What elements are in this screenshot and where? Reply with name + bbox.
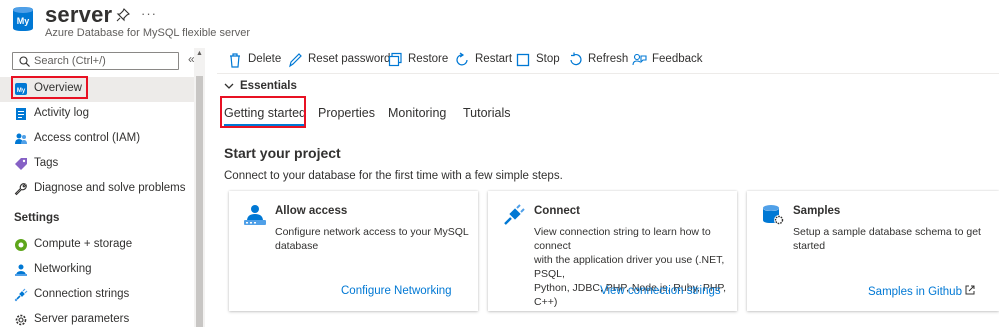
essentials-label: Essentials (240, 80, 297, 92)
view-connection-strings-link[interactable]: View connection strings (600, 285, 721, 297)
card-samples: Samples Setup a sample database schema t… (747, 191, 999, 311)
stop-icon (516, 53, 530, 67)
sidebar-item-label: Diagnose and solve problems (34, 182, 186, 194)
sidebar-scrollbar-thumb[interactable] (196, 76, 203, 327)
section-subtitle: Connect to your database for the first t… (224, 170, 563, 182)
trash-icon (230, 53, 240, 68)
search-input[interactable]: Search (Ctrl+/) (12, 52, 179, 70)
mysql-server-icon: My (11, 6, 35, 32)
tag-icon (15, 158, 27, 170)
restart-icon (456, 52, 468, 66)
card-allow-access: Allow access Configure network access to… (229, 191, 478, 311)
svg-text:My: My (17, 16, 30, 26)
sidebar-section-settings: Settings (14, 212, 60, 224)
compute-icon (15, 239, 27, 251)
sidebar-item-server-parameters[interactable]: Server parameters (0, 308, 194, 327)
page-subtitle: Azure Database for MySQL flexible server (45, 27, 251, 39)
card-description: Setup a sample database schema to get st… (793, 226, 981, 252)
sidebar-item-label: Server parameters (34, 313, 130, 325)
configure-networking-link[interactable]: Configure Networking (341, 285, 452, 297)
tab-tutorials[interactable]: Tutorials (463, 106, 510, 120)
card-title: Allow access (275, 205, 348, 217)
more-options-icon[interactable]: ··· (141, 6, 157, 21)
toolbar-divider (217, 73, 999, 74)
chevron-down-icon (224, 83, 234, 89)
samples-in-github-link[interactable]: Samples in Github (868, 285, 975, 298)
sidebar-item-networking[interactable]: Networking (0, 258, 194, 283)
refresh-icon (570, 52, 582, 66)
scroll-up-icon[interactable]: ▲ (196, 50, 203, 57)
section-title: Start your project (224, 145, 341, 161)
page-title: server (45, 2, 113, 27)
sidebar-item-label: Activity log (34, 107, 89, 119)
sidebar-item-label: Compute + storage (34, 238, 133, 250)
sidebar-item-iam[interactable]: Access control (IAM) (0, 127, 194, 152)
tab-bar: Getting started Properties Monitoring Tu… (217, 96, 999, 128)
sidebar-item-compute-storage[interactable]: Compute + storage (0, 233, 194, 258)
tab-monitoring[interactable]: Monitoring (388, 106, 446, 120)
card-description: Configure network access to your MySQL d… (275, 226, 469, 252)
sidebar-item-label: Connection strings (34, 288, 130, 300)
external-link-icon (965, 285, 975, 295)
sidebar-item-diagnose[interactable]: Diagnose and solve problems (0, 177, 194, 202)
search-icon (19, 56, 30, 67)
pin-icon[interactable] (116, 8, 130, 22)
sidebar-item-tags[interactable]: Tags (0, 152, 194, 177)
sidebar-item-activity-log[interactable]: Activity log (0, 102, 194, 127)
pencil-icon (289, 53, 302, 68)
page-header: My server ··· Azure Database for MySQL f… (0, 0, 999, 46)
tab-properties[interactable]: Properties (318, 106, 375, 120)
search-placeholder: Search (Ctrl+/) (34, 55, 106, 67)
networking-icon (15, 264, 27, 276)
wrench-icon (14, 183, 27, 196)
database-samples-icon (763, 205, 784, 225)
activity-log-icon (16, 108, 26, 120)
feedback-icon (632, 53, 647, 66)
sidebar-item-label: Tags (34, 157, 59, 169)
sidebar-item-connection-strings[interactable]: Connection strings (0, 283, 194, 308)
overview-highlight-box (11, 76, 88, 99)
iam-icon (15, 133, 27, 144)
getting-started-highlight-box (220, 96, 306, 128)
plug-icon (14, 288, 28, 302)
sidebar-item-label: Networking (34, 263, 92, 275)
gear-icon (15, 314, 27, 326)
restore-icon (388, 52, 402, 67)
plug-icon (504, 204, 525, 225)
network-access-icon (244, 205, 266, 225)
card-connect: Connect View connection string to learn … (488, 191, 737, 311)
sidebar-item-label: Access control (IAM) (34, 132, 141, 144)
card-title: Connect (534, 205, 580, 217)
card-title: Samples (793, 205, 841, 217)
